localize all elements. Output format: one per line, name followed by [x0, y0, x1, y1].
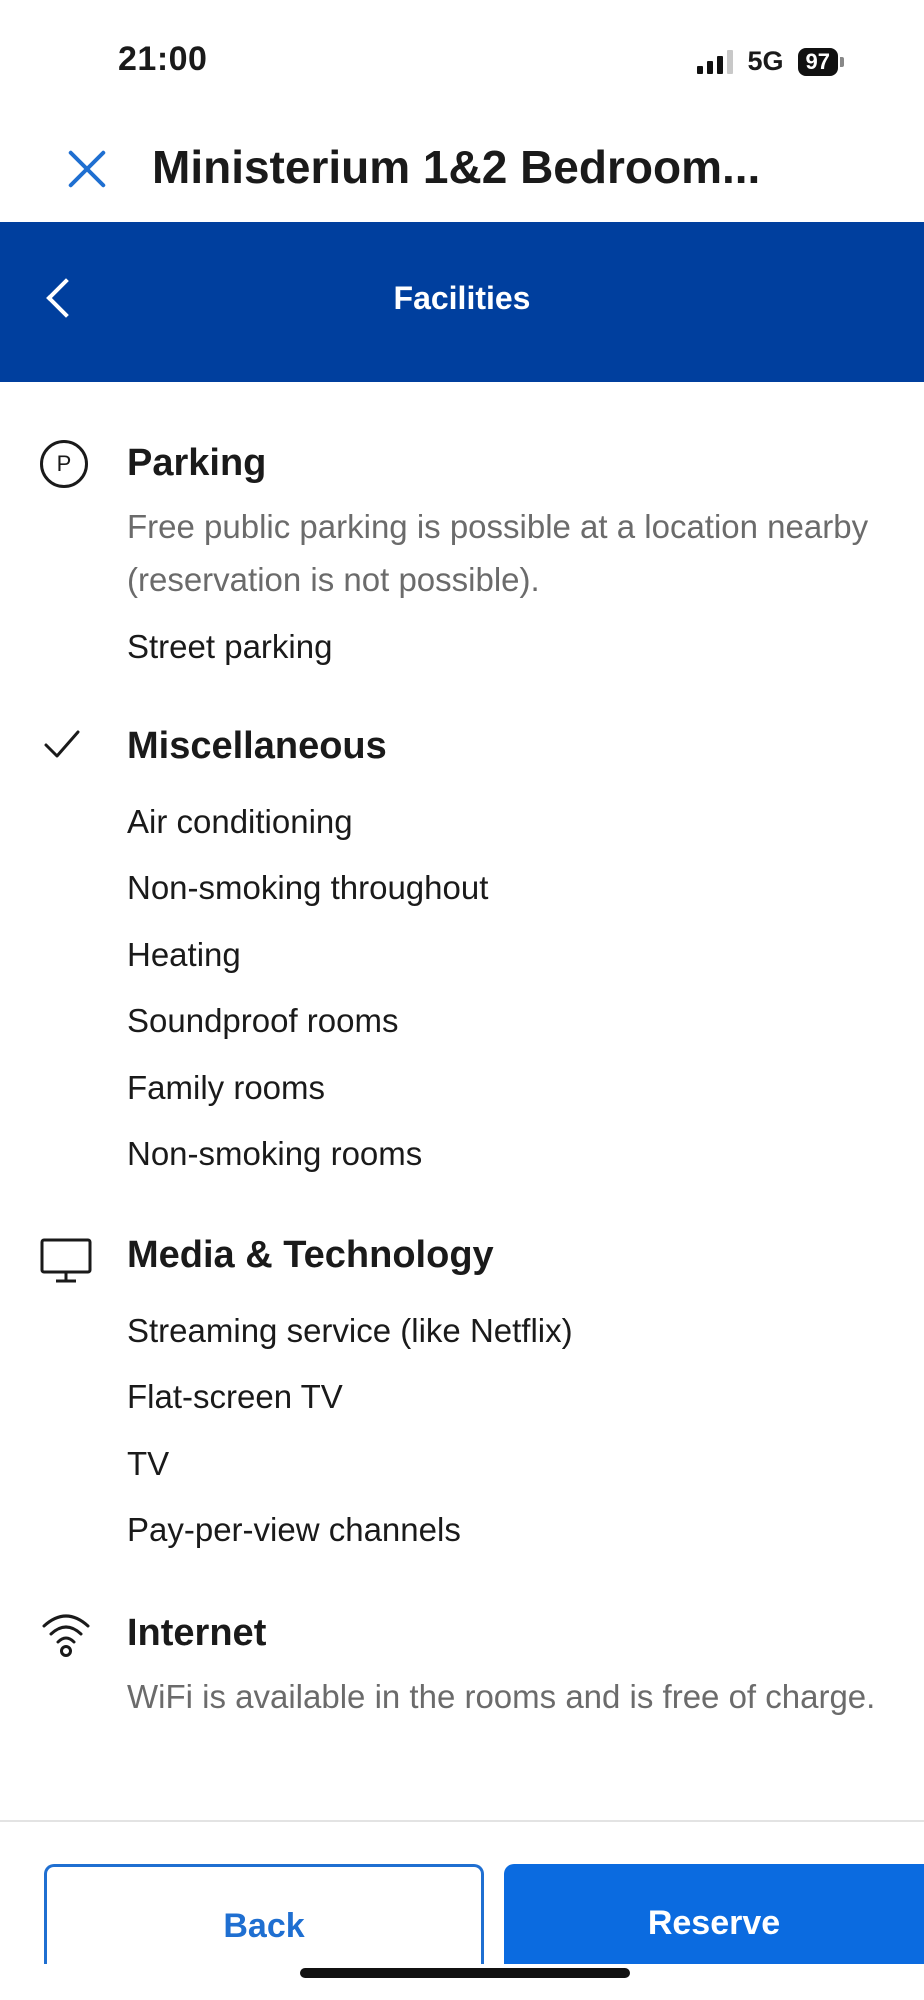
divider — [0, 1820, 924, 1822]
signal-icon — [697, 49, 734, 74]
list-item: Soundproof rooms — [127, 1002, 399, 1039]
wifi-icon — [40, 1608, 90, 1658]
section-title: Miscellaneous — [127, 725, 387, 767]
checkmark-icon — [40, 723, 90, 773]
title-row: Ministerium 1&2 Bedroom... — [0, 130, 924, 222]
back-button[interactable]: Back — [44, 1864, 484, 1964]
status-bar: 21:00 5G 97 — [0, 0, 924, 120]
nav-title: Facilities — [393, 280, 531, 316]
network-label: 5G — [747, 46, 784, 76]
section-title: Parking — [127, 442, 267, 484]
list-item: Air conditioning — [127, 803, 353, 840]
page-title: Ministerium 1&2 Bedroom... — [152, 141, 761, 193]
monitor-icon — [40, 1236, 92, 1286]
list-item: Non-smoking throughout — [127, 869, 489, 906]
home-indicator[interactable] — [300, 1968, 630, 1978]
section-title: Internet — [127, 1612, 267, 1654]
close-icon[interactable] — [64, 146, 110, 192]
status-time: 21:00 — [118, 40, 208, 78]
list-item: Streaming service (like Netflix) — [127, 1312, 573, 1349]
section-title: Media & Technology — [127, 1234, 494, 1276]
list-item: Heating — [127, 936, 241, 973]
parking-icon: P — [40, 440, 90, 490]
status-indicators: 5G 97 — [697, 46, 844, 77]
section-description: WiFi is available in the rooms and is fr… — [127, 1678, 876, 1715]
battery-level: 97 — [797, 47, 838, 76]
list-item: Flat-screen TV — [127, 1378, 343, 1415]
list-item: Street parking — [127, 628, 333, 665]
nav-header: Facilities — [0, 222, 924, 382]
list-item: Non-smoking rooms — [127, 1135, 423, 1172]
section-description: Free public parking is possible at a loc… — [127, 508, 869, 598]
list-item: Pay-per-view channels — [127, 1511, 461, 1548]
list-item: Family rooms — [127, 1069, 326, 1106]
reserve-button[interactable]: Reserve — [504, 1864, 924, 1964]
list-item: TV — [127, 1445, 170, 1482]
battery-icon: 97 — [797, 47, 844, 76]
